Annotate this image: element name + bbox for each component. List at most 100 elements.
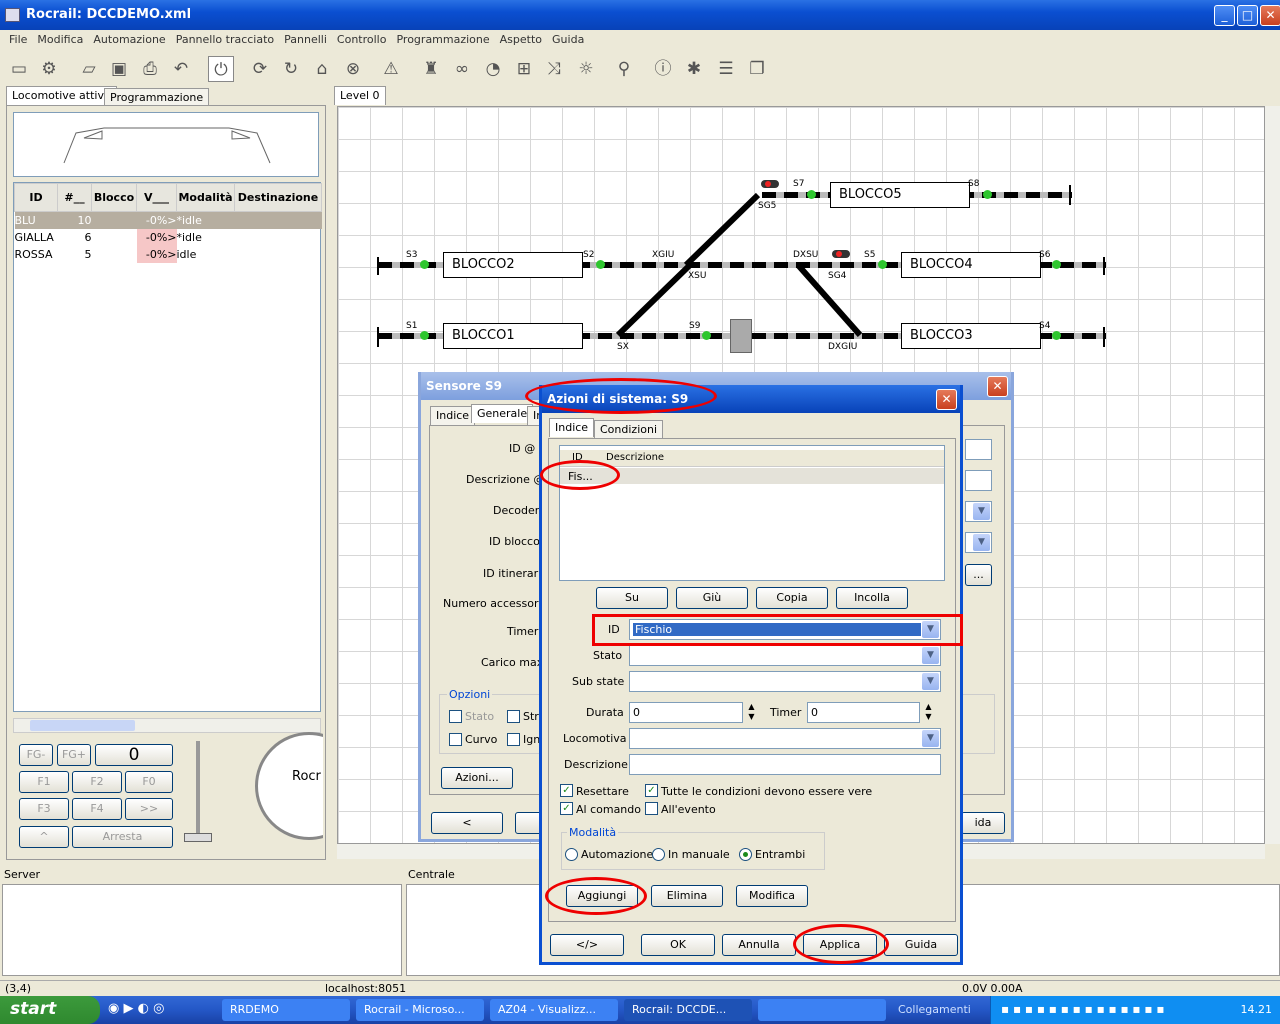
start-button[interactable]: start — [0, 996, 100, 1024]
more-button[interactable]: >> — [125, 798, 173, 820]
home-icon[interactable]: ⌂ — [309, 56, 335, 82]
chk-al-comando[interactable]: ✓ — [560, 802, 573, 815]
incolla-button[interactable]: Incolla — [836, 587, 908, 609]
radio-manuale[interactable] — [652, 848, 665, 861]
menu-modifica[interactable]: Modifica — [32, 30, 88, 49]
fg-minus-button[interactable]: FG- — [19, 744, 53, 766]
signal-s2[interactable] — [596, 260, 605, 269]
ok-button[interactable]: OK — [641, 934, 715, 956]
menu-file[interactable]: File — [4, 30, 32, 49]
col-speed[interactable]: V___ — [136, 183, 177, 212]
col-modalita[interactable]: Modalità — [176, 183, 235, 212]
durata-spinner-icon[interactable]: ▲ ▼ — [744, 702, 759, 723]
xml-button[interactable]: </> — [550, 934, 624, 956]
tab-indice-actions[interactable]: Indice — [549, 418, 595, 437]
radio-automazione[interactable] — [565, 848, 578, 861]
zoom-icon[interactable]: ⚲ — [611, 56, 637, 82]
open-icon[interactable]: ▱ — [76, 56, 102, 82]
link-icon[interactable]: ∞ — [449, 56, 475, 82]
shuffle-icon[interactable]: ⤨ — [541, 56, 567, 82]
task-rrdemo[interactable]: RRDEMO — [222, 999, 350, 1021]
sensor-decoder-select[interactable]: ▼ — [965, 501, 992, 522]
f2-button[interactable]: F2 — [72, 771, 122, 793]
actions-list[interactable]: ID Descrizione Fis... — [559, 445, 945, 581]
prev-button[interactable]: < — [431, 812, 503, 834]
tray-icons[interactable]: ▪ ▪ ▪ ▪ ▪ ▪ ▪ ▪ ▪ ▪ ▪ ▪ ▪ ▪ — [1001, 1002, 1164, 1016]
slider-handle[interactable] — [184, 833, 212, 842]
fg-plus-button[interactable]: FG+ — [57, 744, 91, 766]
signal-red-sg5[interactable] — [761, 180, 779, 188]
block-blocco1[interactable]: BLOCCO1 — [443, 323, 583, 349]
col-destinazione[interactable]: Destinazione — [234, 183, 322, 212]
list-header-desc[interactable]: Descrizione — [606, 452, 664, 463]
sync-icon[interactable]: ⟳ — [247, 56, 273, 82]
task-rocrail[interactable]: Rocrail: DCCDE... — [624, 999, 752, 1021]
chk-stra[interactable] — [507, 710, 520, 723]
signal-s5[interactable] — [878, 260, 887, 269]
guida-button[interactable]: Guida — [884, 934, 958, 956]
task-console[interactable] — [758, 999, 886, 1021]
warning-icon[interactable]: ⚠ — [378, 56, 404, 82]
timer-input[interactable]: 0 — [807, 702, 920, 723]
stop-button[interactable]: Arresta — [72, 826, 173, 848]
settings-icon[interactable]: ⚙ — [36, 56, 62, 82]
table-row[interactable]: ROSSA 5 -0%> idle — [15, 245, 322, 263]
sensor-id-field[interactable] — [965, 439, 992, 460]
col-number[interactable]: #__ — [57, 183, 92, 212]
sensor-help-button[interactable]: ida — [961, 812, 1005, 834]
chk-curvo[interactable] — [449, 733, 462, 746]
sensor-block-select[interactable]: ▼ — [965, 532, 992, 553]
durata-input[interactable]: 0 — [629, 702, 743, 723]
signal-s3[interactable] — [420, 260, 429, 269]
quicklaunch-icons[interactable]: ◉ ▶ ◐ ◎ — [108, 1001, 164, 1016]
scroll-thumb[interactable] — [30, 720, 135, 731]
info-icon[interactable]: ⓘ — [650, 56, 676, 82]
save-icon[interactable]: ▣ — [106, 56, 132, 82]
actions-button[interactable]: Azioni... — [441, 767, 513, 789]
signal-s6[interactable] — [1052, 260, 1061, 269]
block-blocco5[interactable]: BLOCCO5 — [830, 182, 970, 208]
list-icon[interactable]: ☰ — [713, 56, 739, 82]
tab-locomotive-attive[interactable]: Locomotive attive — [6, 86, 117, 105]
sensor-s9-occupied[interactable] — [730, 319, 752, 353]
menu-programmazione[interactable]: Programmazione — [391, 30, 494, 49]
network-icon[interactable]: ⊞ — [511, 56, 537, 82]
signal-s4[interactable] — [1052, 331, 1061, 340]
menu-aspetto[interactable]: Aspetto — [495, 30, 547, 49]
su-button[interactable]: Su — [596, 587, 668, 609]
locomotive-icon[interactable]: ♜ — [418, 56, 444, 82]
tab-condizioni[interactable]: Condizioni — [594, 420, 664, 439]
f1-button[interactable]: F1 — [19, 771, 69, 793]
stato-select[interactable]: ▼ — [629, 645, 941, 666]
bug-icon[interactable]: ✱ — [681, 56, 707, 82]
task-rocrail-word[interactable]: Rocrail - Microso... — [356, 999, 484, 1021]
chk-resettare[interactable]: ✓ — [560, 784, 573, 797]
elimina-button[interactable]: Elimina — [651, 885, 723, 907]
connect-icon[interactable]: ▭ — [6, 56, 32, 82]
col-blocco[interactable]: Blocco — [91, 183, 137, 212]
horizontal-scrollbar[interactable] — [13, 718, 321, 733]
sensor-routes-button[interactable]: ... — [965, 564, 992, 586]
f3-button[interactable]: F3 — [19, 798, 69, 820]
task-az04[interactable]: AZ04 - Visualizz... — [490, 999, 618, 1021]
print-icon[interactable]: ⎙ — [137, 56, 163, 82]
links-label[interactable]: Collegamenti — [898, 1003, 971, 1016]
block-blocco3[interactable]: BLOCCO3 — [901, 323, 1041, 349]
modifica-button[interactable]: Modifica — [736, 885, 808, 907]
chk-tutte-condizioni[interactable]: ✓ — [645, 784, 658, 797]
desc-input[interactable] — [629, 754, 941, 775]
reset-icon[interactable]: ↻ — [278, 56, 304, 82]
tab-indice[interactable]: Indice — [430, 406, 476, 425]
direction-button[interactable]: ^ — [19, 826, 69, 848]
table-row[interactable]: BLU 10 -0%> *idle — [14, 211, 322, 229]
tab-level-0[interactable]: Level 0 — [334, 86, 386, 105]
table-row[interactable]: GIALLA 6 -0%> *idle — [15, 228, 322, 246]
sensor-desc-field[interactable] — [965, 470, 992, 491]
plan-vscrollbar[interactable] — [1265, 106, 1280, 844]
cancel-icon[interactable]: ⊗ — [340, 56, 366, 82]
speed-slider[interactable] — [182, 741, 214, 846]
chk-all-evento[interactable] — [645, 802, 658, 815]
copia-button[interactable]: Copia — [756, 587, 828, 609]
timer-spinner-icon[interactable]: ▲ ▼ — [921, 702, 936, 723]
menu-pannello-tracciato[interactable]: Pannello tracciato — [171, 30, 279, 49]
